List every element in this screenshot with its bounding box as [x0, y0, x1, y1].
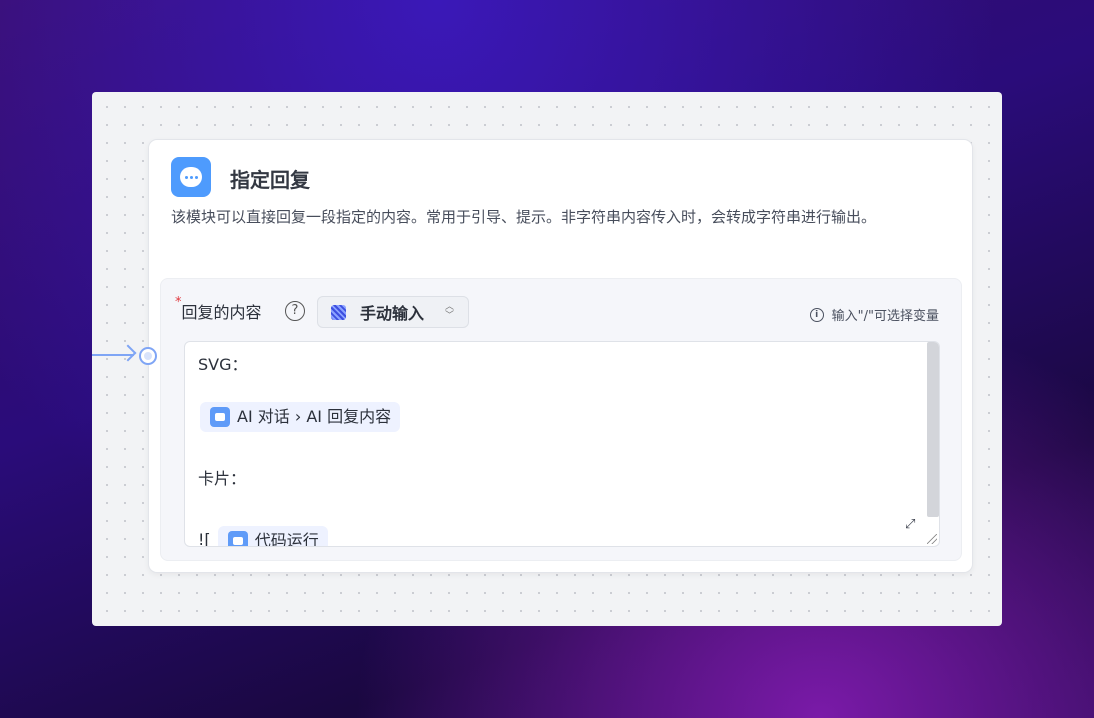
- resize-handle[interactable]: [927, 534, 937, 544]
- editor-line: SVG：: [198, 355, 248, 374]
- help-icon[interactable]: ?: [285, 301, 305, 321]
- editor-line-prefix: ![: [198, 530, 211, 547]
- variable-chip-text: 代码运行: [254, 531, 319, 547]
- field-label-text: 回复的内容: [181, 303, 262, 322]
- reply-node-card[interactable]: 指定回复 该模块可以直接回复一段指定的内容。常用于引导、提示。非字符串内容传入时…: [148, 139, 973, 573]
- chat-bubble-icon: [171, 157, 211, 197]
- chevron-updown-icon: ︿ ﹀: [444, 302, 454, 321]
- variable-chip-row: AI 对话 › AI 回复内容: [198, 402, 401, 436]
- scrollbar[interactable]: [927, 342, 939, 517]
- info-icon: i: [809, 307, 824, 322]
- node-title: 指定回复: [230, 168, 310, 192]
- variable-hint: i 输入"/"可选择变量: [809, 305, 939, 324]
- node-description: 该模块可以直接回复一段指定的内容。常用于引导、提示。非字符串内容传入时，会转成字…: [171, 208, 877, 226]
- input-port-handle[interactable]: [139, 347, 157, 365]
- code-icon: [227, 531, 248, 546]
- variable-chip-text: AI 对话 › AI 回复内容: [237, 407, 392, 426]
- variable-chip[interactable]: 代码运行: [217, 526, 328, 547]
- robot-icon: [210, 407, 230, 427]
- editor-line: ![ 代码运行: [198, 526, 400, 547]
- editor-line: 卡片：: [198, 469, 247, 488]
- field-label: *回复的内容: [175, 295, 262, 323]
- required-mark: *: [175, 295, 182, 310]
- manual-input-icon: [331, 304, 346, 320]
- hint-text: 输入"/"可选择变量: [831, 309, 939, 324]
- expand-icon[interactable]: ⤢: [905, 518, 919, 532]
- input-mode-value: 手动输入: [360, 304, 425, 323]
- input-mode-select[interactable]: 手动输入 ︿ ﹀: [317, 296, 469, 328]
- variable-chip[interactable]: AI 对话 › AI 回复内容: [200, 402, 401, 432]
- reply-content-editor[interactable]: SVG： AI 对话 › AI 回复内容 卡片： ![ 代码运行 ⤢: [184, 341, 940, 547]
- reply-content-section: *回复的内容 ? 手动输入 ︿ ﹀ i 输入"/"可选择变量 SVG： AI 对话 …: [160, 278, 962, 561]
